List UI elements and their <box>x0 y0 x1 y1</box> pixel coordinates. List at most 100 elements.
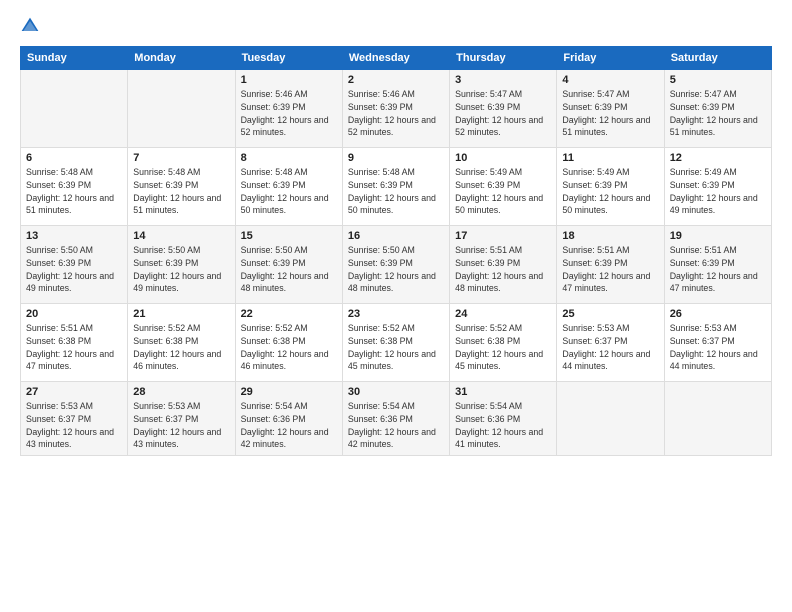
weekday-header-thursday: Thursday <box>450 47 557 70</box>
day-info: Sunrise: 5:52 AMSunset: 6:38 PMDaylight:… <box>455 322 551 373</box>
day-number: 14 <box>133 230 229 242</box>
day-number: 29 <box>241 386 337 398</box>
day-number: 12 <box>670 152 766 164</box>
calendar-cell: 12 Sunrise: 5:49 AMSunset: 6:39 PMDayligh… <box>664 148 771 226</box>
weekday-header-sunday: Sunday <box>21 47 128 70</box>
logo-icon <box>20 16 40 36</box>
day-info: Sunrise: 5:53 AMSunset: 6:37 PMDaylight:… <box>26 400 122 451</box>
calendar-cell: 23 Sunrise: 5:52 AMSunset: 6:38 PMDayligh… <box>342 304 449 382</box>
calendar-cell: 5 Sunrise: 5:47 AMSunset: 6:39 PMDaylight… <box>664 70 771 148</box>
day-number: 3 <box>455 74 551 86</box>
day-number: 2 <box>348 74 444 86</box>
calendar-week-row: 1 Sunrise: 5:46 AMSunset: 6:39 PMDaylight… <box>21 70 772 148</box>
calendar-cell: 29 Sunrise: 5:54 AMSunset: 6:36 PMDayligh… <box>235 382 342 456</box>
calendar-cell <box>557 382 664 456</box>
calendar-cell: 20 Sunrise: 5:51 AMSunset: 6:38 PMDayligh… <box>21 304 128 382</box>
calendar-cell: 26 Sunrise: 5:53 AMSunset: 6:37 PMDayligh… <box>664 304 771 382</box>
day-number: 25 <box>562 308 658 320</box>
calendar-cell: 25 Sunrise: 5:53 AMSunset: 6:37 PMDayligh… <box>557 304 664 382</box>
day-number: 21 <box>133 308 229 320</box>
day-number: 23 <box>348 308 444 320</box>
calendar-cell: 15 Sunrise: 5:50 AMSunset: 6:39 PMDayligh… <box>235 226 342 304</box>
day-info: Sunrise: 5:53 AMSunset: 6:37 PMDaylight:… <box>133 400 229 451</box>
calendar-cell: 10 Sunrise: 5:49 AMSunset: 6:39 PMDayligh… <box>450 148 557 226</box>
day-number: 5 <box>670 74 766 86</box>
day-number: 22 <box>241 308 337 320</box>
calendar-cell: 2 Sunrise: 5:46 AMSunset: 6:39 PMDaylight… <box>342 70 449 148</box>
calendar-cell: 9 Sunrise: 5:48 AMSunset: 6:39 PMDaylight… <box>342 148 449 226</box>
day-number: 17 <box>455 230 551 242</box>
day-number: 24 <box>455 308 551 320</box>
day-info: Sunrise: 5:48 AMSunset: 6:39 PMDaylight:… <box>133 166 229 217</box>
day-number: 15 <box>241 230 337 242</box>
day-info: Sunrise: 5:53 AMSunset: 6:37 PMDaylight:… <box>562 322 658 373</box>
calendar-cell: 6 Sunrise: 5:48 AMSunset: 6:39 PMDaylight… <box>21 148 128 226</box>
day-info: Sunrise: 5:46 AMSunset: 6:39 PMDaylight:… <box>348 88 444 139</box>
page: SundayMondayTuesdayWednesdayThursdayFrid… <box>0 0 792 612</box>
day-number: 27 <box>26 386 122 398</box>
calendar-cell <box>664 382 771 456</box>
day-info: Sunrise: 5:50 AMSunset: 6:39 PMDaylight:… <box>26 244 122 295</box>
calendar-cell: 4Sunrise: 5:47 AMSunset: 6:39 PMDaylight… <box>557 70 664 148</box>
day-info: Sunrise: 5:49 AMSunset: 6:39 PMDaylight:… <box>562 166 658 217</box>
day-info: Sunrise: 5:46 AMSunset: 6:39 PMDaylight:… <box>241 88 337 139</box>
calendar-week-row: 13 Sunrise: 5:50 AMSunset: 6:39 PMDayligh… <box>21 226 772 304</box>
day-number: 20 <box>26 308 122 320</box>
calendar-cell <box>128 70 235 148</box>
day-number: 13 <box>26 230 122 242</box>
day-number: 10 <box>455 152 551 164</box>
day-info: Sunrise: 5:52 AMSunset: 6:38 PMDaylight:… <box>348 322 444 373</box>
day-info: Sunrise: 5:51 AMSunset: 6:39 PMDaylight:… <box>670 244 766 295</box>
calendar-cell: 28 Sunrise: 5:53 AMSunset: 6:37 PMDayligh… <box>128 382 235 456</box>
weekday-header-saturday: Saturday <box>664 47 771 70</box>
day-info: Sunrise: 5:48 AMSunset: 6:39 PMDaylight:… <box>348 166 444 217</box>
calendar-cell: 16Sunrise: 5:50 AMSunset: 6:39 PMDayligh… <box>342 226 449 304</box>
day-number: 26 <box>670 308 766 320</box>
calendar-week-row: 20 Sunrise: 5:51 AMSunset: 6:38 PMDayligh… <box>21 304 772 382</box>
calendar-cell: 11 Sunrise: 5:49 AMSunset: 6:39 PMDayligh… <box>557 148 664 226</box>
day-info: Sunrise: 5:47 AMSunset: 6:39 PMDaylight:… <box>670 88 766 139</box>
day-info: Sunrise: 5:47 AMSunset: 6:39 PMDaylight:… <box>455 88 551 139</box>
calendar-week-row: 6 Sunrise: 5:48 AMSunset: 6:39 PMDaylight… <box>21 148 772 226</box>
day-number: 18 <box>562 230 658 242</box>
day-info: Sunrise: 5:51 AMSunset: 6:38 PMDaylight:… <box>26 322 122 373</box>
day-number: 7 <box>133 152 229 164</box>
weekday-header-tuesday: Tuesday <box>235 47 342 70</box>
calendar-cell: 31Sunrise: 5:54 AMSunset: 6:36 PMDayligh… <box>450 382 557 456</box>
day-number: 9 <box>348 152 444 164</box>
calendar-cell <box>21 70 128 148</box>
day-info: Sunrise: 5:50 AMSunset: 6:39 PMDaylight:… <box>348 244 444 295</box>
day-number: 6 <box>26 152 122 164</box>
day-info: Sunrise: 5:49 AMSunset: 6:39 PMDaylight:… <box>670 166 766 217</box>
day-info: Sunrise: 5:52 AMSunset: 6:38 PMDaylight:… <box>241 322 337 373</box>
logo <box>20 16 44 36</box>
calendar-cell: 1 Sunrise: 5:46 AMSunset: 6:39 PMDaylight… <box>235 70 342 148</box>
weekday-header-friday: Friday <box>557 47 664 70</box>
calendar-cell: 3 Sunrise: 5:47 AMSunset: 6:39 PMDaylight… <box>450 70 557 148</box>
calendar-cell: 13 Sunrise: 5:50 AMSunset: 6:39 PMDayligh… <box>21 226 128 304</box>
day-info: Sunrise: 5:50 AMSunset: 6:39 PMDaylight:… <box>241 244 337 295</box>
calendar-cell: 24 Sunrise: 5:52 AMSunset: 6:38 PMDayligh… <box>450 304 557 382</box>
day-info: Sunrise: 5:54 AMSunset: 6:36 PMDaylight:… <box>348 400 444 451</box>
day-info: Sunrise: 5:48 AMSunset: 6:39 PMDaylight:… <box>26 166 122 217</box>
calendar-cell: 21 Sunrise: 5:52 AMSunset: 6:38 PMDayligh… <box>128 304 235 382</box>
day-number: 31 <box>455 386 551 398</box>
day-info: Sunrise: 5:52 AMSunset: 6:38 PMDaylight:… <box>133 322 229 373</box>
day-info: Sunrise: 5:53 AMSunset: 6:37 PMDaylight:… <box>670 322 766 373</box>
calendar-cell: 8Sunrise: 5:48 AMSunset: 6:39 PMDaylight… <box>235 148 342 226</box>
day-info: Sunrise: 5:51 AMSunset: 6:39 PMDaylight:… <box>455 244 551 295</box>
day-info: Sunrise: 5:48 AMSunset: 6:39 PMDaylight:… <box>241 166 337 217</box>
day-info: Sunrise: 5:49 AMSunset: 6:39 PMDaylight:… <box>455 166 551 217</box>
calendar-cell: 14 Sunrise: 5:50 AMSunset: 6:39 PMDayligh… <box>128 226 235 304</box>
day-info: Sunrise: 5:50 AMSunset: 6:39 PMDaylight:… <box>133 244 229 295</box>
day-number: 11 <box>562 152 658 164</box>
weekday-header-monday: Monday <box>128 47 235 70</box>
day-info: Sunrise: 5:54 AMSunset: 6:36 PMDaylight:… <box>241 400 337 451</box>
calendar-cell: 19Sunrise: 5:51 AMSunset: 6:39 PMDayligh… <box>664 226 771 304</box>
calendar-cell: 18Sunrise: 5:51 AMSunset: 6:39 PMDayligh… <box>557 226 664 304</box>
weekday-header-wednesday: Wednesday <box>342 47 449 70</box>
day-number: 1 <box>241 74 337 86</box>
day-number: 28 <box>133 386 229 398</box>
calendar-cell: 7 Sunrise: 5:48 AMSunset: 6:39 PMDaylight… <box>128 148 235 226</box>
calendar-cell: 30Sunrise: 5:54 AMSunset: 6:36 PMDayligh… <box>342 382 449 456</box>
